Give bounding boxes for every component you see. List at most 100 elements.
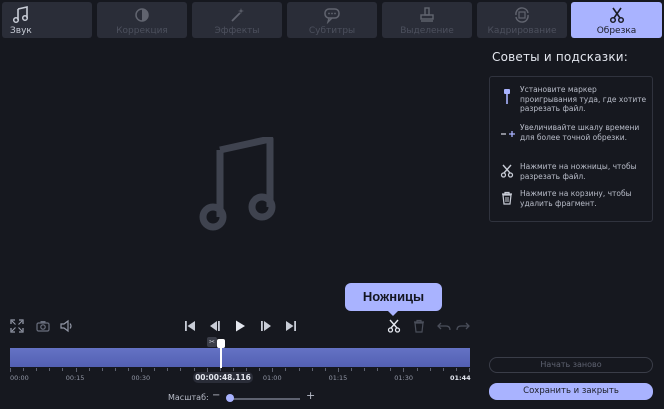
undo-icon[interactable] [437, 319, 451, 333]
zoom-out-button[interactable]: − [212, 390, 220, 401]
media-preview [0, 42, 478, 312]
ruler-tick [10, 368, 11, 372]
timeline-label: 01:44 [450, 374, 471, 382]
tip-text: Установите маркер проигрывания туда, где… [520, 85, 647, 113]
magic-wand-icon [228, 6, 246, 24]
correction-icon [133, 6, 151, 24]
tip-text: Увеличивайте шкалу времени для более точ… [520, 123, 640, 142]
ruler-tick [350, 368, 352, 371]
tooltip-arrow [387, 310, 399, 316]
ruler-tick [259, 368, 261, 371]
scissors-icon[interactable] [387, 319, 401, 333]
restart-button[interactable]: Начать заново [489, 357, 653, 373]
tab-highlight[interactable]: Выделение [382, 2, 472, 38]
trash-icon [500, 191, 514, 205]
ruler-tick [429, 368, 431, 371]
ruler-tick [377, 368, 379, 371]
timeline-label: 01:30 [394, 374, 414, 382]
redo-icon[interactable] [456, 319, 470, 333]
ruler-tick [272, 368, 274, 372]
camera-icon[interactable] [36, 319, 50, 333]
ruler-tick [114, 368, 116, 371]
tab-sound[interactable]: Звук [2, 2, 92, 38]
skip-to-end-icon[interactable] [284, 319, 298, 333]
ruler-tick [193, 368, 195, 371]
volume-icon[interactable] [60, 319, 74, 333]
zoom-slider-track[interactable] [228, 398, 300, 400]
timeline-label: 00:00 [10, 374, 29, 382]
ruler-tick [324, 368, 326, 371]
tab-trim[interactable]: Обрезка [571, 2, 662, 38]
tab-trim-label: Обрезка [596, 26, 637, 36]
ruler-tick [311, 368, 313, 371]
stamp-icon [418, 6, 436, 24]
marker-icon [500, 87, 514, 104]
trim-editor-window: Звук Коррекция Эффекты Субтитры Выделени… [0, 0, 664, 409]
zoom-in-button[interactable]: + [306, 389, 315, 402]
ruler-tick [49, 368, 51, 371]
ruler-tick [167, 368, 169, 371]
ruler-tick [23, 368, 25, 371]
ruler-tick [75, 368, 77, 372]
ruler-tick [36, 368, 38, 371]
tab-effects-label: Эффекты [214, 26, 260, 36]
playhead-handle[interactable] [217, 339, 226, 348]
ruler-tick [154, 368, 156, 371]
ruler-tick [219, 368, 221, 371]
ruler-tick [442, 368, 444, 371]
zoom-scale-icon [500, 129, 515, 143]
ruler-tick [364, 368, 366, 371]
fullscreen-icon[interactable] [10, 319, 24, 333]
crop-rotate-icon [513, 6, 531, 24]
scissors-icon [608, 6, 626, 24]
ruler-tick [337, 368, 339, 372]
zoom-slider-knob[interactable] [226, 394, 235, 402]
ruler-tick [88, 368, 90, 371]
music-note-icon [12, 6, 30, 24]
ruler-tick [285, 368, 287, 371]
tip-text: Нажмите на ножницы, чтобы разрезать файл… [520, 162, 637, 181]
ruler-tick [180, 368, 182, 371]
ruler-tick [298, 368, 300, 371]
ruler-tick [101, 368, 103, 371]
tab-highlight-label: Выделение [400, 26, 454, 36]
skip-to-start-icon[interactable] [183, 319, 197, 333]
timeline-label: 00:15 [65, 374, 85, 382]
tab-correction[interactable]: Коррекция [97, 2, 187, 38]
ruler-tick [232, 368, 234, 371]
scissors-tooltip: Ножницы [345, 283, 442, 311]
ruler-tick [403, 368, 405, 372]
timeline-label: 01:00 [262, 374, 282, 382]
tool-tabs: Звук Коррекция Эффекты Субтитры Выделени… [0, 0, 664, 40]
ruler-tick [246, 368, 248, 371]
ruler-tick [62, 368, 64, 371]
previous-frame-icon[interactable] [208, 319, 222, 333]
speech-bubble-icon [323, 6, 341, 24]
current-time: 00:00:48.116 [193, 372, 253, 383]
ruler-tick [416, 368, 418, 371]
tab-subtitles-label: Субтитры [308, 26, 356, 36]
timeline-track[interactable] [10, 348, 470, 367]
tab-crop[interactable]: Кадрирование [477, 2, 567, 38]
tip-text: Нажмите на корзину, чтобы удалить фрагме… [520, 189, 632, 208]
tab-correction-label: Коррекция [116, 26, 168, 36]
timeline-label: 01:15 [328, 374, 348, 382]
trash-icon[interactable] [412, 319, 426, 333]
play-icon[interactable] [233, 319, 247, 333]
tab-sound-label: Звук [10, 26, 32, 36]
scissors-icon [500, 164, 514, 178]
tab-subtitles[interactable]: Субтитры [287, 2, 377, 38]
cut-marker-icon[interactable]: ✂ [207, 337, 217, 347]
zoom-label: Масштаб: [168, 393, 209, 402]
timeline-label: 00:30 [131, 374, 151, 382]
tab-effects[interactable]: Эффекты [192, 2, 282, 38]
save-and-close-button[interactable]: Сохранить и закрыть [489, 383, 653, 400]
ruler-tick [455, 368, 457, 371]
ruler-tick [469, 368, 470, 372]
tab-crop-label: Кадрирование [487, 26, 557, 36]
next-frame-icon[interactable] [259, 319, 273, 333]
ruler-tick [141, 368, 143, 372]
tips-panel: Установите маркер проигрывания туда, где… [489, 76, 653, 222]
audio-placeholder-icon [198, 137, 288, 267]
ruler-tick [128, 368, 130, 371]
